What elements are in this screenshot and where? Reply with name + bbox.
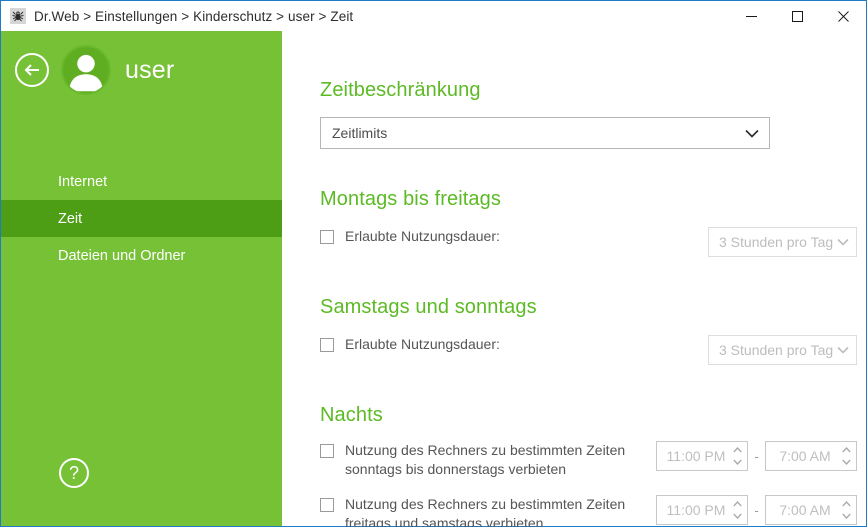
section-title-samstags-und-sonntags: Samstags und sonntags <box>320 296 537 318</box>
night-sun-thu-to-value: 7:00 AM <box>779 448 831 464</box>
sidebar-item-dateien-und-ordner[interactable]: Dateien und Ordner <box>1 237 282 274</box>
night-fri-sat-from-spinner[interactable]: 11:00 PM <box>656 495 748 525</box>
chevron-down-icon <box>837 238 849 246</box>
page-title: user <box>125 55 175 84</box>
spinner-arrows-icon[interactable] <box>840 442 856 470</box>
weekday-duration-value: 3 Stunden pro Tag <box>719 234 834 250</box>
time-range-separator: - <box>754 448 759 464</box>
night-block-fri-sat-label: Nutzung des Rechners zu bestimmten Zeite… <box>345 496 626 527</box>
time-restriction-select[interactable]: Zeitlimits <box>320 117 770 149</box>
night-block-sun-thu-checkbox[interactable] <box>320 444 334 458</box>
night-sun-thu-from-value: 11:00 PM <box>666 448 726 464</box>
weekday-usage-label: Erlaubte Nutzungsdauer: <box>345 228 500 244</box>
chevron-down-icon <box>837 346 849 354</box>
night-block-sun-thu-label: Nutzung des Rechners zu bestimmten Zeite… <box>345 442 626 477</box>
weekend-usage-label: Erlaubte Nutzungsdauer: <box>345 336 500 352</box>
spinner-arrows-icon[interactable] <box>731 442 747 470</box>
spinner-arrows-icon[interactable] <box>840 496 856 524</box>
night-block-fri-sat-time-controls: 11:00 PM - 7:00 AM <box>656 495 857 525</box>
spinner-arrows-icon[interactable] <box>731 496 747 524</box>
weekend-duration-value: 3 Stunden pro Tag <box>719 342 834 358</box>
sidebar-item-label: Internet <box>58 173 108 190</box>
night-fri-sat-to-value: 7:00 AM <box>779 502 831 518</box>
weekday-usage-checkbox[interactable] <box>320 230 334 244</box>
maximize-icon <box>791 10 803 22</box>
application-window: Dr.Web > Einstellungen > Kinderschutz > … <box>0 0 867 527</box>
chevron-down-icon <box>745 129 759 138</box>
help-label: ? <box>68 463 79 483</box>
night-fri-sat-to-spinner[interactable]: 7:00 AM <box>765 495 857 525</box>
sidebar-nav: Internet Zeit Dateien und Ordner <box>1 163 282 274</box>
section-title-montags-bis-freitags: Montags bis freitags <box>320 188 501 210</box>
avatar <box>61 45 111 95</box>
weekday-usage-row: Erlaubte Nutzungsdauer: 3 Stunden pro Ta… <box>320 227 866 257</box>
sidebar-header: user <box>1 31 282 109</box>
night-sun-thu-from-spinner[interactable]: 11:00 PM <box>656 441 748 471</box>
weekday-duration-select[interactable]: 3 Stunden pro Tag <box>708 227 857 257</box>
weekend-usage-row: Erlaubte Nutzungsdauer: 3 Stunden pro Ta… <box>320 335 866 365</box>
sidebar-item-label: Dateien und Ordner <box>58 247 186 264</box>
breadcrumb: Dr.Web > Einstellungen > Kinderschutz > … <box>34 8 354 24</box>
night-block-fri-sat-checkbox[interactable] <box>320 498 334 512</box>
minimize-icon <box>745 15 757 17</box>
close-icon <box>837 10 849 22</box>
night-block-row-fri-sat: Nutzung des Rechners zu bestimmten Zeite… <box>320 495 866 527</box>
night-sun-thu-to-spinner[interactable]: 7:00 AM <box>765 441 857 471</box>
window-controls <box>728 1 866 31</box>
maximize-button[interactable] <box>774 1 820 31</box>
night-block-row-sun-thu: Nutzung des Rechners zu bestimmten Zeite… <box>320 441 866 481</box>
close-button[interactable] <box>820 1 866 31</box>
arrow-left-circle-icon[interactable] <box>15 53 49 87</box>
section-title-zeitbeschraenkung: Zeitbeschränkung <box>320 79 481 101</box>
night-block-sun-thu-time-controls: 11:00 PM - 7:00 AM <box>656 441 857 471</box>
night-fri-sat-from-value: 11:00 PM <box>666 502 726 518</box>
sidebar: user Internet Zeit Dateien und Ordner ? <box>1 31 282 526</box>
time-restriction-select-value: Zeitlimits <box>332 125 388 141</box>
main-content: Zeitbeschränkung Zeitlimits Montags bis … <box>282 31 866 527</box>
weekend-duration-controls: 3 Stunden pro Tag <box>708 335 857 365</box>
sidebar-item-internet[interactable]: Internet <box>1 163 282 200</box>
minimize-button[interactable] <box>728 1 774 31</box>
spider-icon <box>10 8 26 24</box>
time-range-separator: - <box>754 502 759 518</box>
sidebar-item-label: Zeit <box>58 210 83 227</box>
weekend-duration-select[interactable]: 3 Stunden pro Tag <box>708 335 857 365</box>
section-title-nachts: Nachts <box>320 404 383 426</box>
title-bar: Dr.Web > Einstellungen > Kinderschutz > … <box>1 1 866 31</box>
weekday-duration-controls: 3 Stunden pro Tag <box>708 227 857 257</box>
sidebar-item-zeit[interactable]: Zeit <box>1 200 282 237</box>
help-icon[interactable]: ? <box>59 458 89 488</box>
window-body: user Internet Zeit Dateien und Ordner ? … <box>1 31 866 527</box>
weekend-usage-checkbox[interactable] <box>320 338 334 352</box>
